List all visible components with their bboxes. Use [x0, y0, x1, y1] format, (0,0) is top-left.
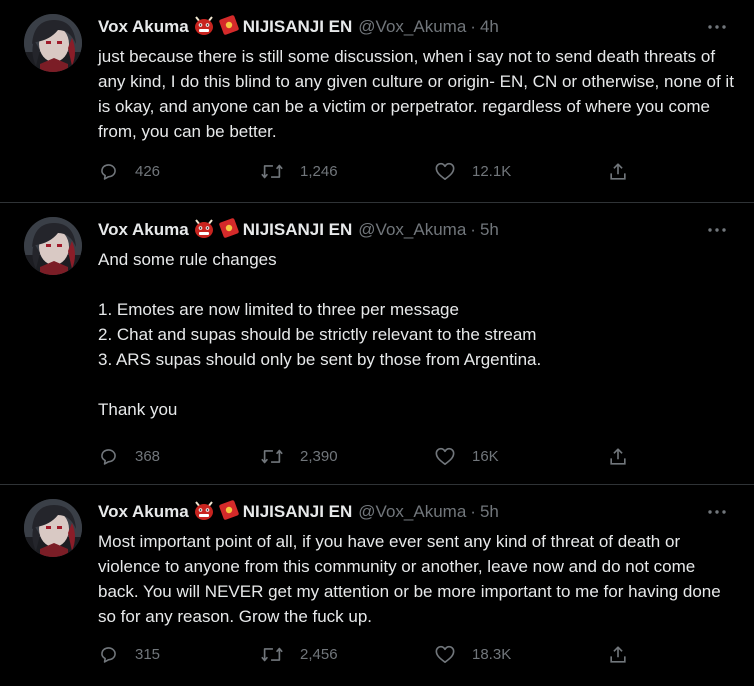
tweet-text: just because there is still some discuss…: [98, 44, 738, 144]
tweet[interactable]: Vox Akuma NIJISANJI EN @Vox_Akuma · 5h A…: [0, 203, 754, 485]
timestamp[interactable]: 5h: [480, 220, 499, 240]
retweet-button[interactable]: 2,456: [260, 641, 338, 667]
tweet-actions: 426 1,246 12.1K: [98, 158, 638, 184]
like-icon: [435, 645, 455, 663]
tweet-text-content: And some rule changes 1. Emotes are now …: [98, 250, 542, 419]
tweet-text-content: just because there is still some discuss…: [98, 47, 739, 141]
tweet-header: Vox Akuma NIJISANJI EN @Vox_Akuma · 4h: [98, 14, 499, 40]
tweet-text: And some rule changes 1. Emotes are now …: [98, 247, 738, 422]
red-envelope-emoji-icon: [219, 217, 239, 243]
tweet-text-content: Most important point of all, if you have…: [98, 532, 726, 626]
avatar-image: [24, 217, 82, 275]
tweet-header: Vox Akuma NIJISANJI EN @Vox_Akuma · 5h: [98, 499, 499, 525]
display-name[interactable]: Vox Akuma: [98, 220, 189, 240]
retweet-count: 1,246: [300, 162, 338, 180]
avatar-image: [24, 499, 82, 557]
like-count: 12.1K: [472, 162, 512, 180]
display-name[interactable]: Vox Akuma: [98, 502, 189, 522]
avatar[interactable]: [24, 14, 82, 72]
more-icon[interactable]: [706, 16, 728, 38]
reply-icon: [101, 163, 116, 180]
more-icon[interactable]: [706, 501, 728, 523]
share-icon: [610, 645, 626, 663]
ogre-face-emoji-icon: [193, 500, 215, 525]
share-icon: [610, 162, 626, 180]
ogre-face-emoji-icon: [193, 15, 215, 40]
like-button[interactable]: 18.3K: [434, 641, 511, 667]
separator-dot: ·: [470, 17, 476, 36]
timestamp[interactable]: 5h: [480, 502, 499, 522]
retweet-icon: [261, 164, 283, 178]
affiliation-label: NIJISANJI EN: [242, 502, 353, 521]
tweet[interactable]: Vox Akuma NIJISANJI EN @Vox_Akuma · 4h j…: [0, 0, 754, 203]
retweet-button[interactable]: 1,246: [260, 158, 338, 184]
reply-button[interactable]: 368: [98, 443, 160, 469]
like-count: 16K: [472, 447, 499, 465]
red-envelope-emoji-icon: [219, 14, 239, 40]
share-button[interactable]: [608, 443, 628, 469]
share-icon: [610, 447, 626, 465]
reply-button[interactable]: 426: [98, 158, 160, 184]
reply-count: 315: [135, 645, 161, 663]
tweet-feed: Vox Akuma NIJISANJI EN @Vox_Akuma · 4h j…: [0, 0, 754, 686]
separator-dot: ·: [470, 502, 476, 521]
user-handle[interactable]: @Vox_Akuma: [358, 220, 466, 240]
display-name[interactable]: Vox Akuma: [98, 17, 189, 37]
affiliation-label: NIJISANJI EN: [242, 17, 353, 36]
more-icon[interactable]: [706, 219, 728, 241]
retweet-count: 2,456: [300, 645, 338, 663]
tweet-actions: 315 2,456 18.3K: [98, 641, 638, 667]
like-icon: [435, 162, 455, 180]
separator-dot: ·: [470, 220, 476, 239]
user-handle[interactable]: @Vox_Akuma: [358, 502, 466, 522]
reply-count: 426: [135, 162, 161, 180]
tweet-header: Vox Akuma NIJISANJI EN @Vox_Akuma · 5h: [98, 217, 499, 243]
red-envelope-emoji-icon: [219, 499, 239, 525]
tweet-text: Most important point of all, if you have…: [98, 529, 738, 629]
tweet[interactable]: Vox Akuma NIJISANJI EN @Vox_Akuma · 5h M…: [0, 485, 754, 686]
reply-icon: [101, 448, 116, 465]
tweet-actions: 368 2,390 16K: [98, 443, 638, 469]
ogre-face-emoji-icon: [193, 218, 215, 243]
reply-icon: [101, 646, 116, 663]
like-button[interactable]: 12.1K: [434, 158, 511, 184]
retweet-count: 2,390: [300, 447, 338, 465]
share-button[interactable]: [608, 158, 628, 184]
avatar-image: [24, 14, 82, 72]
avatar[interactable]: [24, 217, 82, 275]
avatar[interactable]: [24, 499, 82, 557]
retweet-button[interactable]: 2,390: [260, 443, 338, 469]
retweet-icon: [261, 449, 283, 463]
timestamp[interactable]: 4h: [480, 17, 499, 37]
like-count: 18.3K: [472, 645, 512, 663]
reply-button[interactable]: 315: [98, 641, 160, 667]
retweet-icon: [261, 647, 283, 661]
share-button[interactable]: [608, 641, 628, 667]
reply-count: 368: [135, 447, 161, 465]
like-icon: [435, 447, 455, 465]
user-handle[interactable]: @Vox_Akuma: [358, 17, 466, 37]
like-button[interactable]: 16K: [434, 443, 499, 469]
affiliation-label: NIJISANJI EN: [242, 220, 353, 239]
